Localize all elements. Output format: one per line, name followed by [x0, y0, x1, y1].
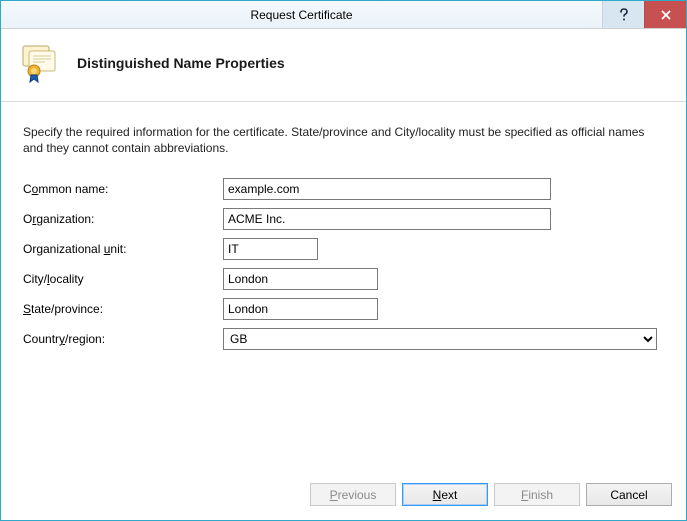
certificate-icon [19, 43, 59, 83]
wizard-window: Request Certificate [0, 0, 687, 521]
label-common-name: Common name: [23, 182, 223, 196]
row-common-name: Common name: [23, 178, 664, 200]
organization-input[interactable] [223, 208, 551, 230]
next-button[interactable]: Next [402, 483, 488, 506]
organizational-unit-input[interactable] [223, 238, 318, 260]
close-icon [660, 9, 672, 21]
common-name-input[interactable] [223, 178, 551, 200]
title-bar: Request Certificate [1, 1, 686, 29]
row-state: State/province: [23, 298, 664, 320]
row-organization: Organization: [23, 208, 664, 230]
label-organizational-unit: Organizational unit: [23, 242, 223, 256]
row-organizational-unit: Organizational unit: [23, 238, 664, 260]
close-button[interactable] [644, 1, 686, 28]
help-icon [618, 8, 630, 22]
cancel-button[interactable]: Cancel [586, 483, 672, 506]
row-city: City/locality [23, 268, 664, 290]
previous-button: Previous [310, 483, 396, 506]
wizard-footer: Previous Next Finish Cancel [1, 471, 686, 520]
titlebar-buttons [602, 1, 686, 28]
label-city: City/locality [23, 272, 223, 286]
country-select[interactable]: GB [223, 328, 657, 350]
label-organization: Organization: [23, 212, 223, 226]
window-title: Request Certificate [1, 1, 602, 28]
content-area: Specify the required information for the… [1, 102, 686, 471]
page-title: Distinguished Name Properties [77, 55, 285, 71]
label-country: Country/region: [23, 332, 223, 346]
city-input[interactable] [223, 268, 378, 290]
help-button[interactable] [602, 1, 644, 28]
row-country: Country/region: GB [23, 328, 664, 350]
finish-button: Finish [494, 483, 580, 506]
label-state: State/province: [23, 302, 223, 316]
wizard-header: Distinguished Name Properties [1, 29, 686, 101]
intro-text: Specify the required information for the… [23, 124, 664, 156]
state-input[interactable] [223, 298, 378, 320]
